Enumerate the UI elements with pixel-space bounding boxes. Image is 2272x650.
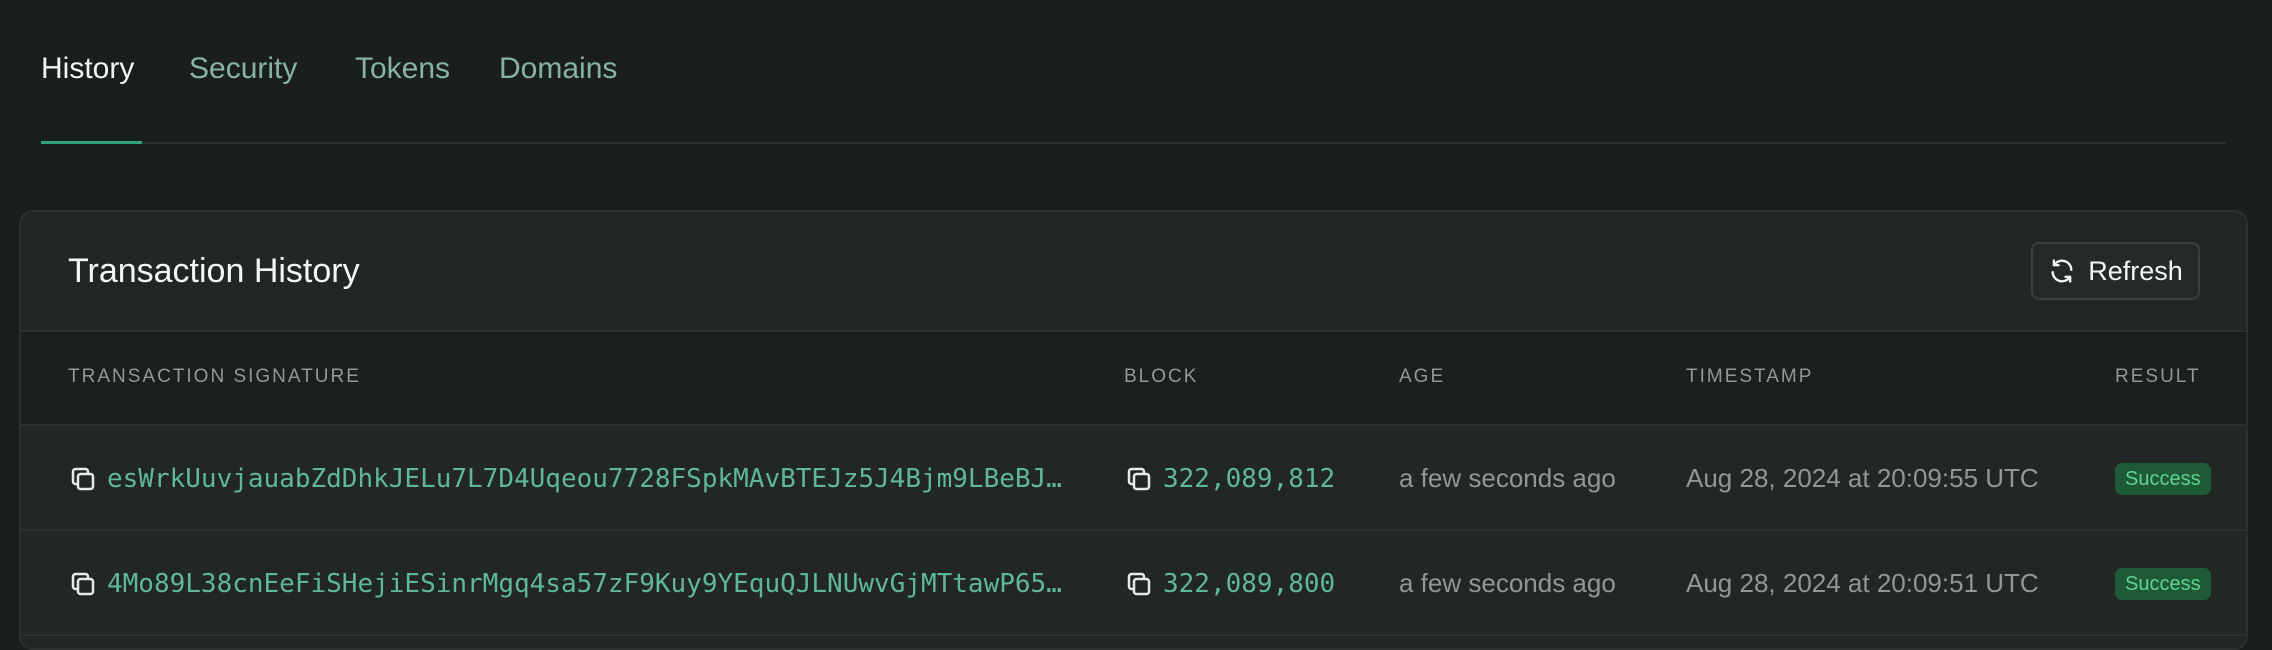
header-result: RESULT	[2115, 366, 2201, 387]
copy-icon[interactable]	[68, 464, 98, 494]
copy-icon[interactable]	[1124, 569, 1154, 599]
active-tab-indicator	[41, 141, 142, 144]
timestamp-text: Aug 28, 2024 at 20:09:55 UTC	[1686, 463, 2039, 493]
tab-security[interactable]: Security	[189, 49, 297, 89]
refresh-button[interactable]: Refresh	[2031, 242, 2200, 300]
age-cell: a few seconds ago	[1399, 531, 1616, 636]
header-timestamp: TIMESTAMP	[1686, 366, 1814, 387]
tab-bar: History Security Tokens Domains	[41, 0, 2226, 144]
block-link[interactable]: 322,089,800	[1163, 569, 1335, 599]
transaction-signature-link[interactable]: 4Mo89L38cnEeFiSHejiESinrMgq4sa57zF9Kuy9Y…	[107, 569, 1067, 599]
age-text: a few seconds ago	[1399, 568, 1616, 598]
status-badge: Success	[2115, 462, 2211, 495]
tab-tokens[interactable]: Tokens	[355, 49, 450, 89]
block-cell: 322,089,812	[1124, 426, 1335, 531]
header-block: BLOCK	[1124, 366, 1199, 387]
refresh-icon	[2051, 259, 2073, 283]
table-row: esWrkUuvjauabZdDhkJELu7L7D4Uqeou7728FSpk…	[21, 426, 2246, 531]
timestamp-cell: Aug 28, 2024 at 20:09:55 UTC	[1686, 426, 2039, 531]
result-cell: Success	[2115, 531, 2211, 636]
refresh-label: Refresh	[2088, 255, 2183, 286]
block-link[interactable]: 322,089,812	[1163, 464, 1335, 494]
status-badge: Success	[2115, 567, 2211, 600]
result-cell: Success	[2115, 426, 2211, 531]
copy-icon[interactable]	[68, 569, 98, 599]
signature-cell: 4Mo89L38cnEeFiSHejiESinrMgq4sa57zF9Kuy9Y…	[68, 531, 1067, 636]
header-transaction-signature: TRANSACTION SIGNATURE	[68, 366, 361, 387]
transaction-signature-link[interactable]: esWrkUuvjauabZdDhkJELu7L7D4Uqeou7728FSpk…	[107, 464, 1067, 494]
age-text: a few seconds ago	[1399, 463, 1616, 493]
card-header: Transaction History Refresh	[21, 212, 2246, 332]
header-age: AGE	[1399, 366, 1446, 387]
block-cell: 322,089,800	[1124, 531, 1335, 636]
tab-domains[interactable]: Domains	[499, 49, 617, 89]
table-header: TRANSACTION SIGNATURE BLOCK AGE TIMESTAM…	[21, 332, 2246, 426]
tab-history[interactable]: History	[41, 49, 134, 89]
signature-cell: esWrkUuvjauabZdDhkJELu7L7D4Uqeou7728FSpk…	[68, 426, 1067, 531]
timestamp-text: Aug 28, 2024 at 20:09:51 UTC	[1686, 568, 2039, 598]
card-title: Transaction History	[68, 252, 360, 290]
table-row: 4Mo89L38cnEeFiSHejiESinrMgq4sa57zF9Kuy9Y…	[21, 531, 2246, 636]
transaction-history-card: Transaction History Refresh TRANSACTION …	[19, 210, 2248, 650]
age-cell: a few seconds ago	[1399, 426, 1616, 531]
copy-icon[interactable]	[1124, 464, 1154, 494]
timestamp-cell: Aug 28, 2024 at 20:09:51 UTC	[1686, 531, 2039, 636]
